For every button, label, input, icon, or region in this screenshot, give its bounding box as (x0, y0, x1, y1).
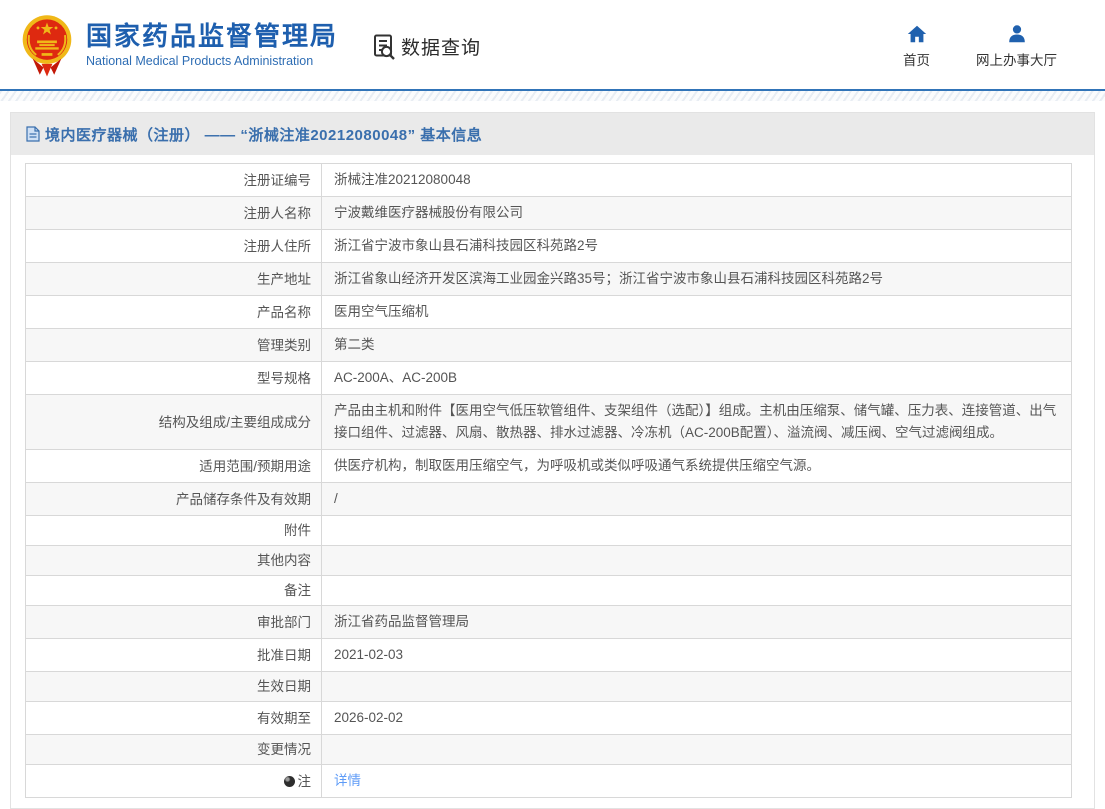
row-label: 其他内容 (25, 545, 322, 576)
panel-title-bar: 境内医疗器械（注册） —— “浙械注准20212080048” 基本信息 (11, 113, 1094, 155)
table-row: 管理类别 第二类 (25, 328, 1072, 362)
row-value (322, 672, 1072, 702)
row-label: 生产地址 (25, 262, 322, 296)
row-value: AC-200A、AC-200B (334, 370, 458, 385)
row-value: / (334, 491, 338, 506)
info-table: 注册证编号 浙械注准20212080048 注册人名称 宁波戴维医疗器械股份有限公司注… (25, 163, 1072, 798)
note-dot-icon (283, 775, 295, 787)
row-value: 供医疗机构，制取医用压缩空气，为呼吸机或类似呼吸通气系统提供压缩空气源。 (334, 458, 820, 473)
row-label: 审批部门 (25, 605, 322, 639)
site-logo[interactable]: 国家药品监督管理局 National Medical Products Admi… (20, 13, 338, 77)
row-label: 管理类别 (25, 328, 322, 362)
document-search-icon (374, 34, 395, 60)
row-value: 浙江省象山经济开发区滨海工业园金兴路35号；浙江省宁波市象山县石浦科技园区科苑路… (334, 271, 884, 286)
table-row: 批准日期 2021-02-03 (25, 638, 1072, 672)
row-value: 宁波戴维医疗器械股份有限公司 (334, 205, 523, 220)
hatch-divider (0, 91, 1105, 101)
row-label: 型号规格 (25, 361, 322, 395)
document-page-icon (26, 126, 40, 142)
row-label: 注册证编号 (25, 163, 322, 197)
row-label: 注册人名称 (25, 196, 322, 230)
table-row: 生效日期 (25, 671, 1072, 702)
person-icon (1008, 24, 1025, 42)
row-label: 附件 (25, 515, 322, 546)
site-header: 国家药品监督管理局 National Medical Products Admi… (0, 0, 1105, 91)
row-value: 浙械注准20212080048 (334, 172, 471, 187)
table-row: 适用范围/预期用途 供医疗机构，制取医用压缩空气，为呼吸机或类似呼吸通气系统提供压… (25, 449, 1072, 483)
row-value: 浙江省宁波市象山县石浦科技园区科苑路2号 (334, 238, 599, 253)
table-row: 注册人住所 浙江省宁波市象山县石浦科技园区科苑路2号 (25, 229, 1072, 263)
table-row: 有效期至 2026-02-02 (25, 701, 1072, 735)
row-value: 2026-02-02 (334, 710, 404, 725)
table-row: 备注 (25, 575, 1072, 606)
info-table-body: 注册证编号 浙械注准20212080048 注册人名称 宁波戴维医疗器械股份有限公司注… (25, 163, 1072, 798)
table-row: 产品名称 医用空气压缩机 (25, 295, 1072, 329)
row-value (322, 516, 1072, 546)
row-value: 产品由主机和附件【医用空气低压软管组件、支架组件（选配）】组成。主机由压缩泵、储… (334, 403, 1057, 440)
row-value: 医用空气压缩机 (334, 304, 429, 319)
table-row: 其他内容 (25, 545, 1072, 576)
row-label: 注册人住所 (25, 229, 322, 263)
nav-item-home[interactable]: 首页 (903, 23, 930, 69)
row-value: 详情 (322, 765, 1072, 798)
nav-label-home: 首页 (903, 52, 930, 68)
table-row: 结构及组成/主要组成成分 产品由主机和附件【医用空气低压软管组件、支架组件（选配）… (25, 394, 1072, 450)
nav-label-service-hall: 网上办事大厅 (976, 52, 1057, 68)
table-row: 审批部门 浙江省药品监督管理局 (25, 605, 1072, 639)
table-row: 注册人名称 宁波戴维医疗器械股份有限公司 (25, 196, 1072, 230)
row-label: 变更情况 (25, 734, 322, 765)
table-row: 生产地址 浙江省象山经济开发区滨海工业园金兴路35号；浙江省宁波市象山县石浦科技园… (25, 262, 1072, 296)
table-row: 注详情 (25, 764, 1072, 798)
table-row: 型号规格 AC-200A、AC-200B (25, 361, 1072, 395)
national-emblem-icon (22, 14, 72, 76)
data-query-label: 数据查询 (401, 38, 482, 59)
header-nav: 首页 网上办事大厅 (903, 23, 1057, 69)
row-label: 有效期至 (25, 701, 322, 735)
home-icon (907, 25, 926, 42)
row-label: 批准日期 (25, 638, 322, 672)
brand-title: 国家药品监督管理局 (86, 21, 339, 51)
row-value: 浙江省药品监督管理局 (334, 614, 469, 629)
row-label: 备注 (25, 575, 322, 606)
row-value: 2021-02-03 (334, 647, 404, 662)
detail-link[interactable]: 详情 (334, 773, 361, 788)
table-row: 注册证编号 浙械注准20212080048 (25, 163, 1072, 197)
panel-title: 境内医疗器械（注册） —— “浙械注准20212080048” 基本信息 (45, 126, 483, 144)
nav-item-service-hall[interactable]: 网上办事大厅 (976, 23, 1057, 69)
table-row: 附件 (25, 515, 1072, 546)
table-row: 变更情况 (25, 734, 1072, 765)
row-label: 注 (25, 764, 322, 798)
row-label: 产品储存条件及有效期 (25, 482, 322, 516)
row-value (322, 576, 1072, 606)
table-wrap: 注册证编号 浙械注准20212080048 注册人名称 宁波戴维医疗器械股份有限公司注… (11, 155, 1094, 808)
row-label: 产品名称 (25, 295, 322, 329)
brand-subtitle: National Medical Products Administration (86, 54, 314, 68)
row-value: 第二类 (334, 337, 375, 352)
row-label: 结构及组成/主要组成成分 (25, 394, 322, 450)
row-value (322, 735, 1072, 765)
row-value (322, 546, 1072, 576)
table-row: 产品储存条件及有效期 / (25, 482, 1072, 516)
brand-text: 国家药品监督管理局 National Medical Products Admi… (86, 21, 338, 68)
data-query-entry[interactable]: 数据查询 (370, 33, 481, 60)
row-label: 适用范围/预期用途 (25, 449, 322, 483)
row-label: 生效日期 (25, 671, 322, 702)
content-panel: 境内医疗器械（注册） —— “浙械注准20212080048” 基本信息 注册证… (10, 112, 1095, 809)
